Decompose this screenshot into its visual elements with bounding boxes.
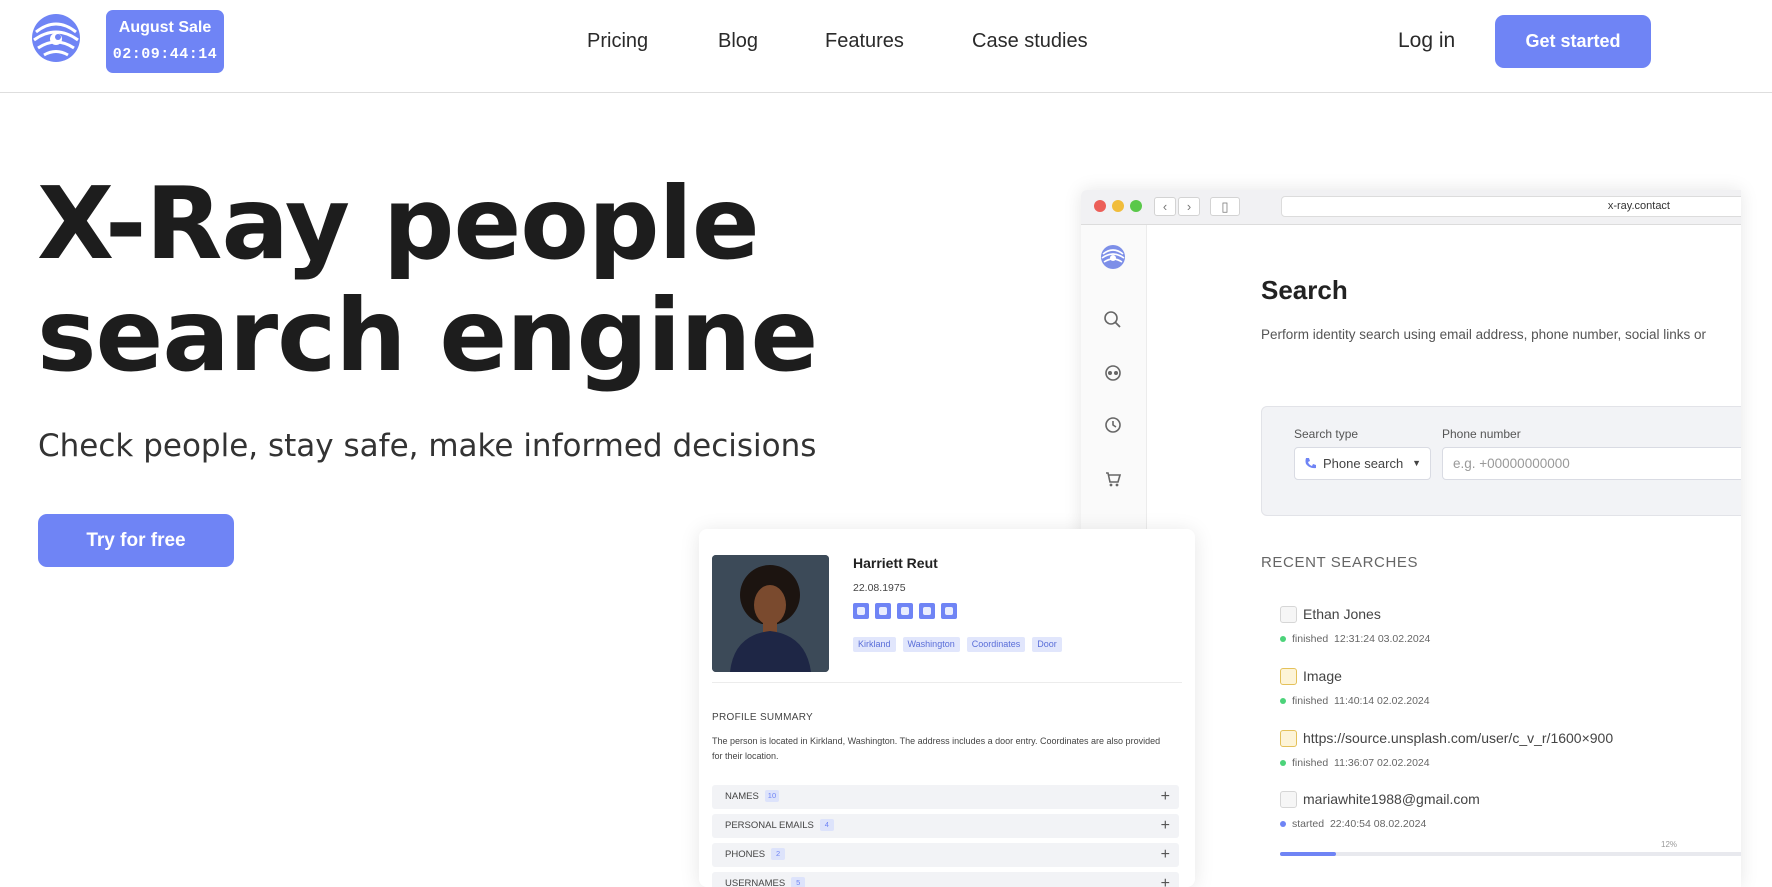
- status-dot-icon: [1280, 821, 1286, 827]
- tag: Washington: [902, 637, 960, 652]
- recent-search-item[interactable]: mariawhite1988@gmail.com started 22:40:5…: [1280, 791, 1741, 841]
- site-header: August Sale 02:09:44:14 Pricing Blog Fea…: [0, 0, 1772, 93]
- accordion-phones[interactable]: PHONES 2 +: [712, 843, 1179, 867]
- divider: [712, 682, 1182, 683]
- count-badge: 5: [791, 877, 806, 887]
- count-badge: 2: [771, 848, 786, 861]
- recent-search-status: finished 11:36:07 02.02.2024: [1280, 757, 1430, 769]
- plus-icon: +: [1160, 846, 1170, 863]
- recent-search-name: mariawhite1988@gmail.com: [1303, 791, 1480, 807]
- status-dot-icon: [1280, 760, 1286, 766]
- progress-fill: [1280, 852, 1337, 856]
- recent-search-item[interactable]: Image finished 11:40:14 02.02.2024: [1280, 668, 1741, 718]
- sidebar-toggle-icon: ▯: [1210, 197, 1240, 216]
- sale-badge[interactable]: August Sale 02:09:44:14: [106, 10, 224, 73]
- profile-summary-title: PROFILE SUMMARY: [712, 712, 813, 723]
- youtube-icon[interactable]: [919, 603, 935, 619]
- search-type-select[interactable]: Phone search ▼: [1294, 447, 1431, 480]
- profile-name: Harriett Reut: [853, 555, 938, 571]
- plus-icon: +: [1160, 817, 1170, 834]
- search-description: Perform identity search using email addr…: [1261, 327, 1706, 342]
- nav-features[interactable]: Features: [825, 30, 904, 53]
- tag: Door: [1032, 637, 1062, 652]
- try-for-free-button[interactable]: Try for free: [38, 514, 234, 567]
- sale-title: August Sale: [118, 19, 212, 36]
- hero-title-line-1: X-Ray people: [37, 165, 760, 282]
- x-ray-logo[interactable]: [30, 12, 82, 64]
- status-dot-icon: [1280, 698, 1286, 704]
- profile-photo: [712, 555, 829, 672]
- search-type-value: Phone search: [1323, 456, 1404, 471]
- search-type-label: Search type: [1294, 427, 1359, 441]
- recent-search-item[interactable]: Ethan Jones finished 12:31:24 03.02.2024: [1280, 606, 1741, 656]
- recent-search-status: finished 12:31:24 03.02.2024: [1280, 633, 1430, 645]
- plus-icon: +: [1160, 788, 1170, 805]
- progress-percent: 12%: [1661, 840, 1678, 849]
- tag: Kirkland: [853, 637, 896, 652]
- profile-tags: Kirkland Washington Coordinates Door: [853, 634, 1069, 652]
- nav-blog[interactable]: Blog: [718, 30, 758, 53]
- browser-toolbar: ‹ › ▯ x-ray.contact: [1081, 190, 1741, 225]
- login-link[interactable]: Log in: [1398, 29, 1455, 53]
- profile-birthdate: 22.08.1975: [853, 582, 906, 594]
- recent-search-name: Image: [1303, 668, 1342, 684]
- get-started-button[interactable]: Get started: [1495, 15, 1651, 68]
- nav-case-studies[interactable]: Case studies: [972, 30, 1088, 53]
- phone-icon: [1305, 458, 1316, 469]
- url-bar: x-ray.contact: [1281, 196, 1741, 217]
- back-icon: ‹: [1154, 197, 1176, 216]
- accordion-usernames[interactable]: USERNAMES 5 +: [712, 872, 1179, 887]
- recent-search-status: started 22:40:54 08.02.2024: [1280, 818, 1426, 830]
- nav-pricing[interactable]: Pricing: [587, 30, 648, 53]
- search-page-title: Search: [1261, 275, 1348, 305]
- recent-search-name: Ethan Jones: [1303, 606, 1381, 622]
- accordion-names[interactable]: NAMES 10 +: [712, 785, 1179, 809]
- hero-title: X-Ray people search engine: [37, 165, 818, 394]
- status-dot-icon: [1280, 636, 1286, 642]
- facebook-icon[interactable]: [853, 603, 869, 619]
- profile-summary-text: The person is located in Kirkland, Washi…: [712, 736, 1161, 761]
- accordion-personal-emails[interactable]: PERSONAL EMAILS 4 +: [712, 814, 1179, 838]
- image-icon: [1280, 668, 1297, 685]
- maximize-dot-icon: [1130, 200, 1142, 212]
- count-badge: 10: [764, 790, 780, 803]
- forward-icon: ›: [1178, 197, 1200, 216]
- hero-title-line-2: search engine: [37, 277, 818, 394]
- close-dot-icon: [1094, 200, 1106, 212]
- sale-countdown: 02:09:44:14: [112, 46, 218, 63]
- phone-number-input[interactable]: e.g. +00000000000: [1442, 447, 1741, 480]
- recent-searches-title: RECENT SEARCHES: [1261, 554, 1419, 571]
- plus-icon: +: [1160, 875, 1170, 887]
- app-logo-icon: [1101, 245, 1125, 269]
- person-icon: [1280, 606, 1297, 623]
- search-progress-bar: [1280, 852, 1741, 856]
- linkedin-icon[interactable]: [897, 603, 913, 619]
- search-form-panel: Search type Phone number Phone search ▼ …: [1261, 406, 1741, 516]
- instagram-icon[interactable]: [941, 603, 957, 619]
- recent-search-name: https://source.unsplash.com/user/c_v_r/1…: [1303, 730, 1614, 746]
- chevron-down-icon: ▼: [1412, 458, 1421, 468]
- twitter-icon[interactable]: [875, 603, 891, 619]
- minimize-dot-icon: [1112, 200, 1124, 212]
- incognito-icon: [1105, 365, 1121, 381]
- recent-search-item[interactable]: https://source.unsplash.com/user/c_v_r/1…: [1280, 730, 1741, 780]
- search-icon: [1104, 311, 1121, 328]
- email-icon: [1280, 791, 1297, 808]
- tag: Coordinates: [966, 637, 1026, 652]
- history-icon: [1105, 417, 1121, 433]
- count-badge: 4: [819, 819, 834, 832]
- hero-subtitle: Check people, stay safe, make informed d…: [38, 428, 817, 464]
- cart-icon: [1106, 472, 1122, 487]
- phone-number-label: Phone number: [1442, 427, 1521, 441]
- recent-search-status: finished 11:40:14 02.02.2024: [1280, 695, 1430, 707]
- social-links: [853, 603, 963, 619]
- image-icon: [1280, 730, 1297, 747]
- profile-card: Harriett Reut 22.08.1975 Kirkland Washing…: [699, 529, 1195, 887]
